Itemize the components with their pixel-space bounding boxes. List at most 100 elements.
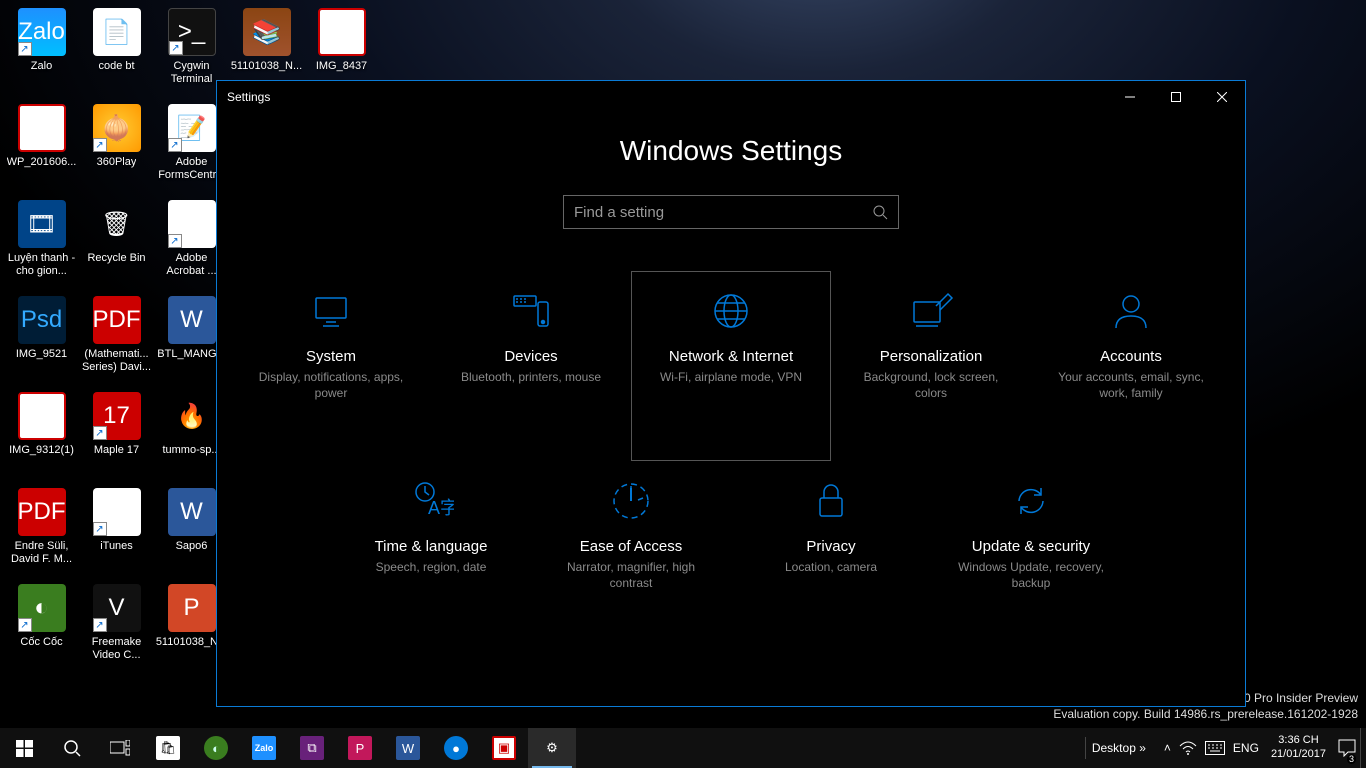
category-title: Time & language [375, 538, 488, 555]
category-desc: Location, camera [771, 559, 891, 575]
category-desc: Windows Update, recovery, backup [932, 559, 1130, 591]
devices-icon [508, 288, 554, 334]
category-privacy[interactable]: Privacy Location, camera [731, 461, 931, 651]
time-icon: A字 [408, 478, 454, 524]
maximize-button[interactable] [1153, 81, 1199, 113]
desktop-icon[interactable]: 🧅↗360Play [79, 100, 154, 196]
desktop-icon-label: 51101038_N... [231, 60, 302, 73]
search-input[interactable] [574, 204, 872, 221]
category-desc: Background, lock screen, colors [832, 369, 1030, 401]
app-icon: Psd [18, 296, 66, 344]
app-icon: W [168, 488, 216, 536]
watermark-line2: Evaluation copy. Build 14986.rs_prerelea… [1053, 706, 1358, 722]
start-button[interactable] [0, 728, 48, 768]
desktop-icon[interactable]: 🖼IMG_9312(1) [4, 388, 79, 484]
tray-clock[interactable]: 3:36 CH 21/01/2017 [1263, 734, 1334, 762]
desktop-icon[interactable]: ♪↗iTunes [79, 484, 154, 580]
app-icon: 🔥 [168, 392, 216, 440]
desktop-icon[interactable]: 17↗ Maple 17 [79, 388, 154, 484]
desktop-icon[interactable]: Zalo↗Zalo [4, 4, 79, 100]
desktop-icon[interactable]: 🎞Luyện thanh - cho gion... [4, 196, 79, 292]
desktop-icon[interactable]: PsdIMG_9521 [4, 292, 79, 388]
search-icon [872, 204, 888, 220]
desktop-icon-label: Freemake Video C... [81, 636, 153, 662]
window-title: Settings [217, 90, 270, 104]
desktop-icon-label: 360Play [97, 156, 137, 169]
category-title: Ease of Access [580, 538, 683, 555]
app-icon: 📄 [93, 8, 141, 56]
category-accounts[interactable]: Accounts Your accounts, email, sync, work… [1031, 271, 1231, 461]
system-icon [308, 288, 354, 334]
app-icon: 17↗ [93, 392, 141, 440]
desktop-icon[interactable]: V↗Freemake Video C... [79, 580, 154, 676]
app-icon: 🗑 [93, 200, 141, 248]
category-ease[interactable]: Ease of AccessNarrator, magnifier, high … [531, 461, 731, 651]
shortcut-arrow-icon: ↗ [93, 426, 107, 440]
category-personalization[interactable]: PersonalizationBackground, lock screen, … [831, 271, 1031, 461]
search-button[interactable] [48, 728, 96, 768]
desktop-icon[interactable]: PDFEndre Süli, David F. M... [4, 484, 79, 580]
desktop-icon-label: tummo-sp... [162, 444, 220, 457]
show-desktop-button[interactable] [1360, 728, 1366, 768]
svg-text:A字: A字 [428, 498, 454, 518]
minimize-button[interactable] [1107, 81, 1153, 113]
taskbar-app-visualstudio[interactable]: ⧉ [288, 728, 336, 768]
category-desc: Your accounts, email, sync, work, family [1032, 369, 1230, 401]
category-desc: Bluetooth, printers, mouse [447, 369, 615, 385]
task-view-button[interactable] [96, 728, 144, 768]
desktop-icon[interactable]: PDF(Mathemati... Series) Davi... [79, 292, 154, 388]
close-button[interactable] [1199, 81, 1245, 113]
app-icon: >_↗ [168, 8, 216, 56]
taskbar-app-word[interactable]: W [384, 728, 432, 768]
taskbar-app-coccoc[interactable]: ◐ [192, 728, 240, 768]
desktop-icon[interactable]: 📄code bt [79, 4, 154, 100]
app-icon: 🖼 [18, 392, 66, 440]
desktop-icon-label: Zalo [31, 60, 52, 73]
desktop-icon-label: IMG_8437 [316, 60, 367, 73]
tray-language[interactable]: ENG [1229, 728, 1263, 768]
settings-window: Settings Windows Settings SystemDisplay,… [216, 80, 1246, 707]
personalization-icon [908, 288, 954, 334]
action-center-button[interactable]: 3 [1334, 728, 1360, 768]
desktop-icon-label: Endre Süli, David F. M... [6, 540, 78, 566]
tray-network-icon[interactable] [1175, 728, 1201, 768]
app-icon: 🖼 [318, 8, 366, 56]
taskbar-app-cortana[interactable]: ● [432, 728, 480, 768]
tray-date: 21/01/2017 [1271, 748, 1326, 762]
chevron-icon: » [1139, 741, 1146, 755]
category-title: Network & Internet [669, 348, 793, 365]
taskbar-app-irfan[interactable]: ▣ [480, 728, 528, 768]
taskbar-app-picsart[interactable]: P [336, 728, 384, 768]
desktop-icon-label: Luyện thanh - cho gion... [6, 252, 78, 278]
desktop-icon-label: Sapo6 [176, 540, 208, 553]
category-update[interactable]: Update & security Windows Update, recover… [931, 461, 1131, 651]
titlebar[interactable]: Settings [217, 81, 1245, 113]
category-title: Privacy [806, 538, 855, 555]
shortcut-arrow-icon: ↗ [18, 42, 32, 56]
category-devices[interactable]: Devices Bluetooth, printers, mouse [431, 271, 631, 461]
network-icon [708, 288, 754, 334]
desktop-icon[interactable]: 🗑Recycle Bin [79, 196, 154, 292]
page-title: Windows Settings [217, 135, 1245, 167]
taskbar-app-store[interactable]: 🛍 [144, 728, 192, 768]
desktop-icon[interactable]: ◐↗Cốc Cốc [4, 580, 79, 676]
app-icon: 🖼 [18, 104, 66, 152]
category-time[interactable]: A字Time & languageSpeech, region, date [331, 461, 531, 651]
app-icon: ♪↗ [93, 488, 141, 536]
desktop-icon-label: WP_201606... [7, 156, 77, 169]
shortcut-arrow-icon: ↗ [169, 41, 183, 55]
category-system[interactable]: SystemDisplay, notifications, apps, powe… [231, 271, 431, 461]
desktop-icon[interactable]: 🖼 WP_201606... [4, 100, 79, 196]
taskbar-app-zalo[interactable]: Zalo [240, 728, 288, 768]
search-box[interactable] [563, 195, 899, 229]
taskbar-toolbar-desktop[interactable]: Desktop » [1085, 737, 1152, 759]
category-network[interactable]: Network & InternetWi-Fi, airplane mode, … [631, 271, 831, 461]
app-icon: P [168, 584, 216, 632]
category-title: Accounts [1100, 348, 1162, 365]
category-title: Update & security [972, 538, 1090, 555]
tray-overflow-button[interactable]: ˄ [1160, 728, 1175, 768]
tray-keyboard-icon[interactable] [1201, 728, 1229, 768]
category-title: Devices [504, 348, 557, 365]
taskbar-app-settings[interactable]: ⚙ [528, 728, 576, 768]
desktop-icon-label: Maple 17 [94, 444, 139, 457]
